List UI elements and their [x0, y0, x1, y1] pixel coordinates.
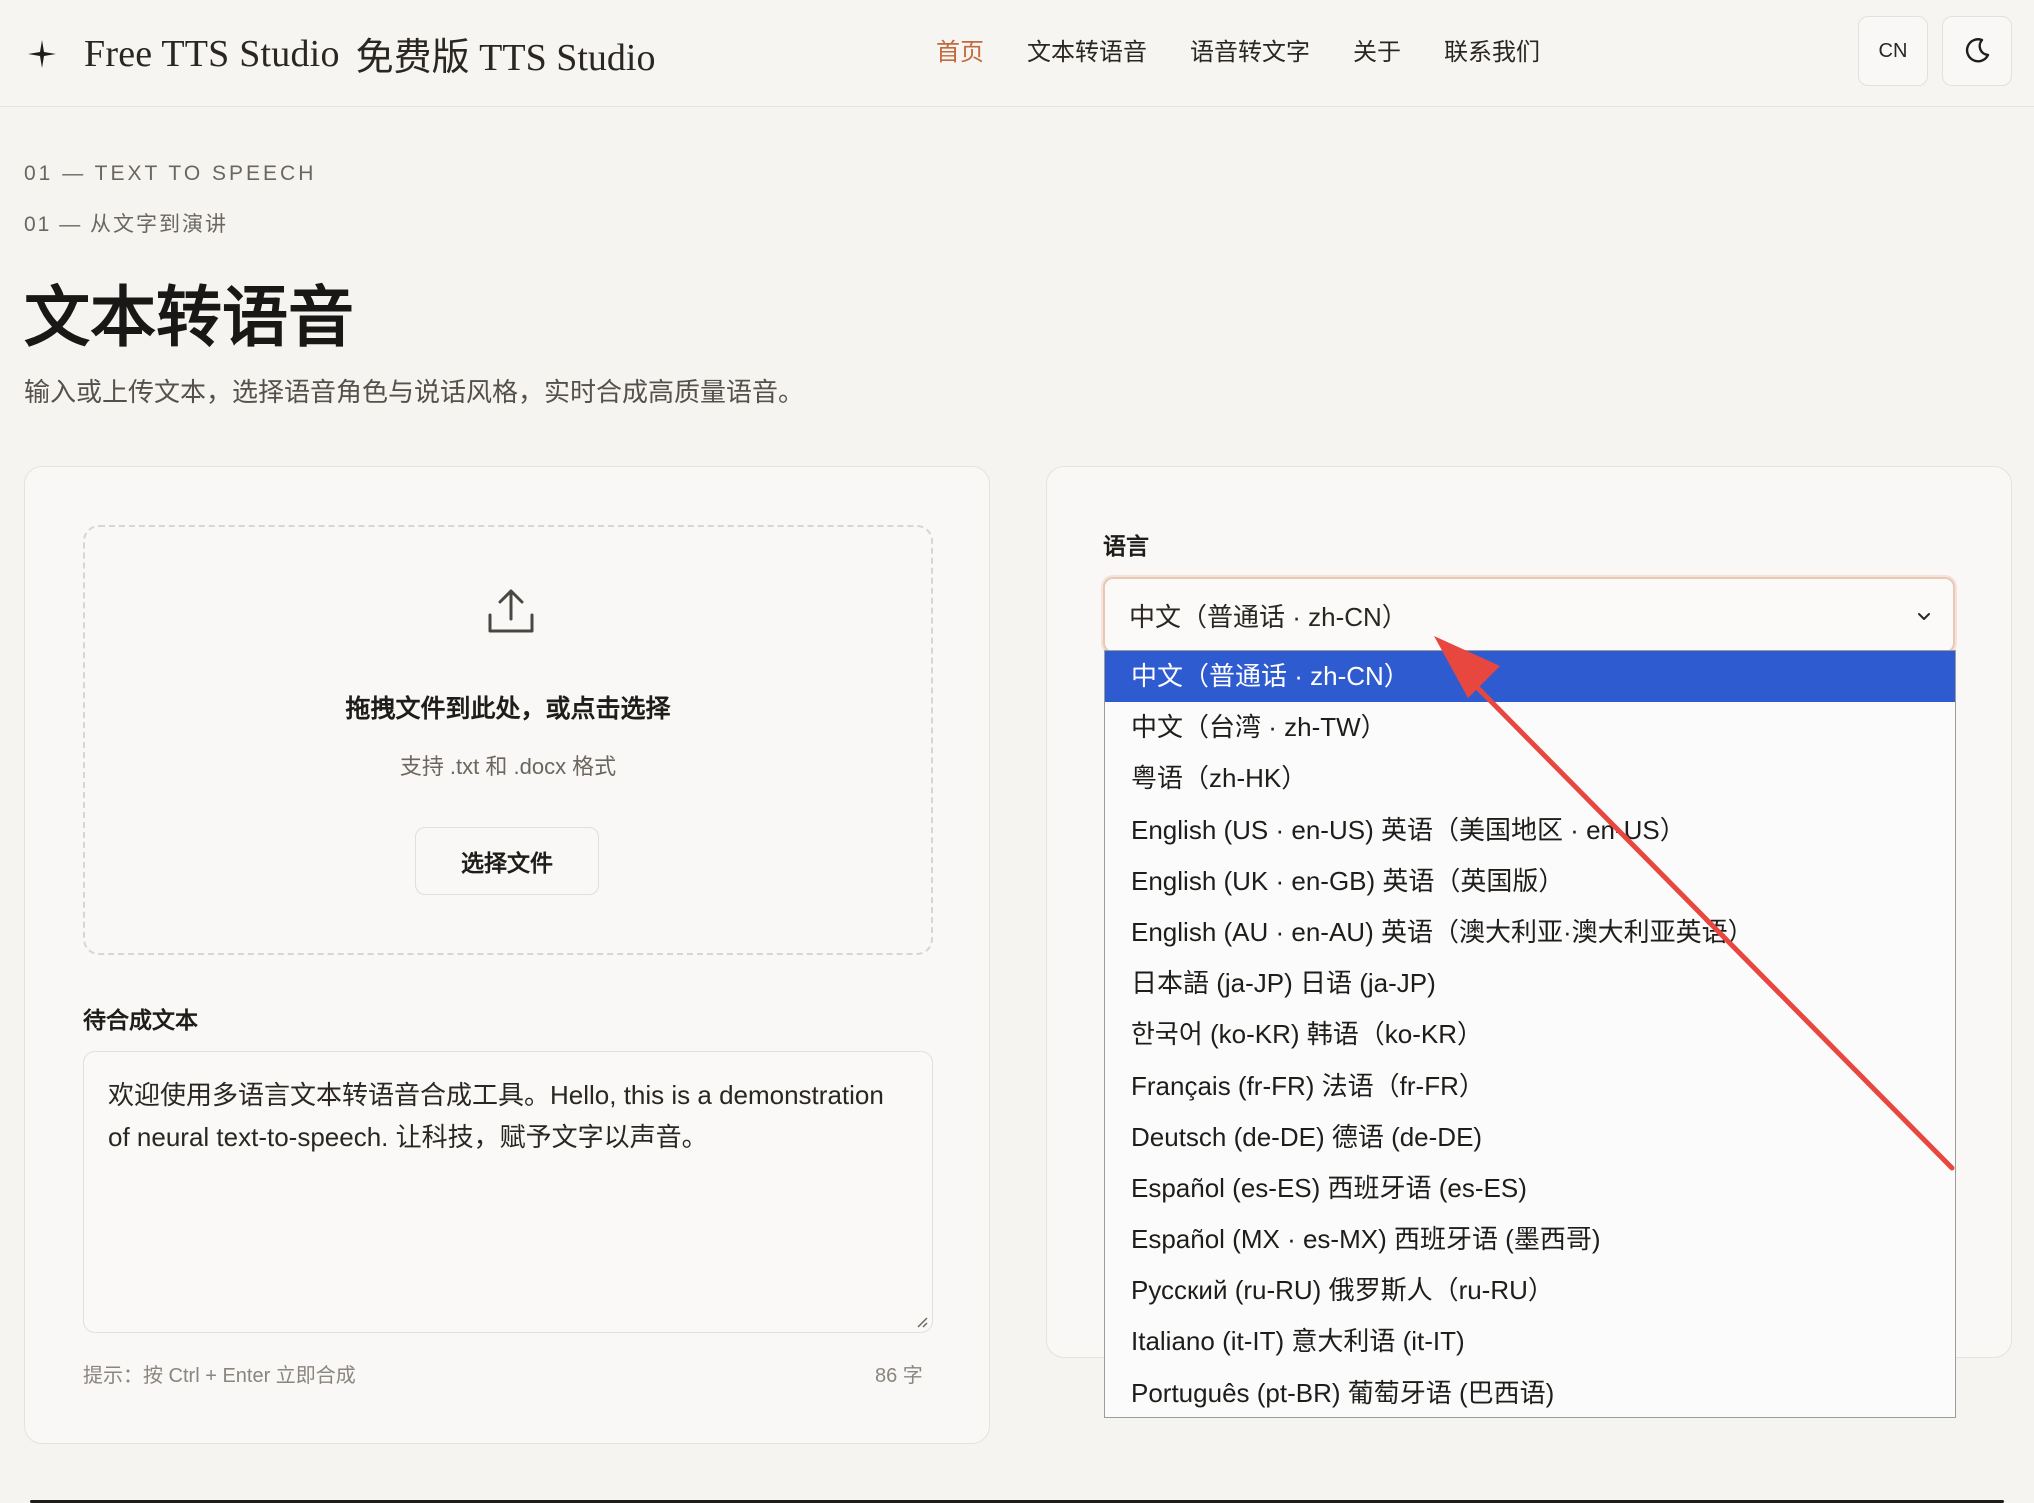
moon-icon: [1965, 38, 1990, 63]
nav-text-to-speech[interactable]: 文本转语音: [1027, 32, 1147, 67]
language-dropdown-list: 中文（普通话 · zh-CN） 中文（台湾 · zh-TW） 粤语（zh-HK）…: [1104, 650, 1956, 1418]
language-option[interactable]: 한국어 (ko-KR) 韩语（ko-KR）: [1105, 1009, 1955, 1060]
text-input-area[interactable]: 欢迎使用多语言文本转语音合成工具。Hello, this is a demons…: [83, 1051, 933, 1333]
nav-home[interactable]: 首页: [936, 32, 984, 67]
language-option[interactable]: Español (es-ES) 西班牙语 (es-ES): [1105, 1163, 1955, 1214]
language-select-value: 中文（普通话 · zh-CN）: [1129, 601, 1408, 632]
section-eyebrow-en: 01 — TEXT TO SPEECH: [24, 162, 317, 185]
language-option[interactable]: 粤语（zh-HK）: [1105, 753, 1955, 804]
upload-icon: [488, 589, 534, 633]
brand[interactable]: Free TTS Studio 免费版 TTS Studio: [26, 26, 655, 81]
char-count: 86 字: [875, 1365, 923, 1387]
language-option[interactable]: 中文（台湾 · zh-TW）: [1105, 702, 1955, 753]
language-option[interactable]: Français (fr-FR) 法语（fr-FR）: [1105, 1061, 1955, 1112]
main-nav: 首页 文本转语音 语音转文字 关于 联系我们: [936, 32, 1583, 67]
text-input-label: 待合成文本: [83, 1007, 198, 1033]
language-option[interactable]: Русский (ru-RU) 俄罗斯人（ru-RU）: [1105, 1265, 1955, 1316]
nav-speech-to-text[interactable]: 语音转文字: [1190, 32, 1310, 67]
language-option[interactable]: Italiano (it-IT) 意大利语 (it-IT): [1105, 1316, 1955, 1367]
language-option[interactable]: 中文（普通话 · zh-CN）: [1105, 651, 1955, 703]
theme-toggle-button[interactable]: [1942, 16, 2012, 86]
text-input-value: 欢迎使用多语言文本转语音合成工具。Hello, this is a demons…: [108, 1080, 884, 1152]
language-select[interactable]: 中文（普通话 · zh-CN）: [1103, 577, 1955, 653]
language-option[interactable]: 日本語 (ja-JP) 日语 (ja-JP): [1105, 958, 1955, 1009]
language-option[interactable]: Deutsch (de-DE) 德语 (de-DE): [1105, 1112, 1955, 1163]
language-option[interactable]: Português (pt-BR) 葡萄牙语 (巴西语): [1105, 1368, 1955, 1417]
top-header: Free TTS Studio 免费版 TTS Studio 首页 文本转语音 …: [0, 0, 2034, 107]
chevron-down-icon: [1918, 613, 1930, 620]
page-title: 文本转语音: [24, 282, 354, 355]
resize-grip-icon[interactable]: [914, 1314, 928, 1328]
section-eyebrow-cn: 01 — 从文字到演讲: [24, 213, 229, 236]
sparkle-icon: [28, 39, 56, 68]
choose-file-button[interactable]: 选择文件: [415, 827, 599, 895]
language-option[interactable]: English (AU · en-AU) 英语（澳大利亚·澳大利亚英语）: [1105, 907, 1955, 958]
dropzone-hint: 支持 .txt 和 .docx 格式: [399, 754, 617, 779]
language-option[interactable]: Español (MX · es-MX) 西班牙语 (墨西哥): [1105, 1214, 1955, 1265]
file-dropzone[interactable]: 拖拽文件到此处，或点击选择 支持 .txt 和 .docx 格式 选择文件: [83, 525, 933, 955]
language-option[interactable]: English (US · en-US) 英语（美国地区 · en-US）: [1105, 805, 1955, 856]
language-label: 语言: [1103, 533, 1149, 559]
shortcut-tip: 提示：按 Ctrl + Enter 立即合成: [83, 1365, 356, 1387]
dropzone-title: 拖拽文件到此处，或点击选择: [345, 695, 671, 723]
page-description: 输入或上传文本，选择语音角色与说话风格，实时合成高质量语音。: [24, 377, 805, 407]
brand-name-cn: 免费版 TTS Studio: [355, 37, 656, 79]
brand-name-en: Free TTS Studio: [84, 32, 340, 75]
language-toggle-button[interactable]: CN: [1858, 16, 1928, 86]
text-input-card: 拖拽文件到此处，或点击选择 支持 .txt 和 .docx 格式 选择文件 待合…: [24, 466, 990, 1444]
nav-about[interactable]: 关于: [1353, 32, 1401, 67]
nav-contact[interactable]: 联系我们: [1444, 32, 1540, 67]
language-option[interactable]: English (UK · en-GB) 英语（英国版）: [1105, 856, 1955, 907]
